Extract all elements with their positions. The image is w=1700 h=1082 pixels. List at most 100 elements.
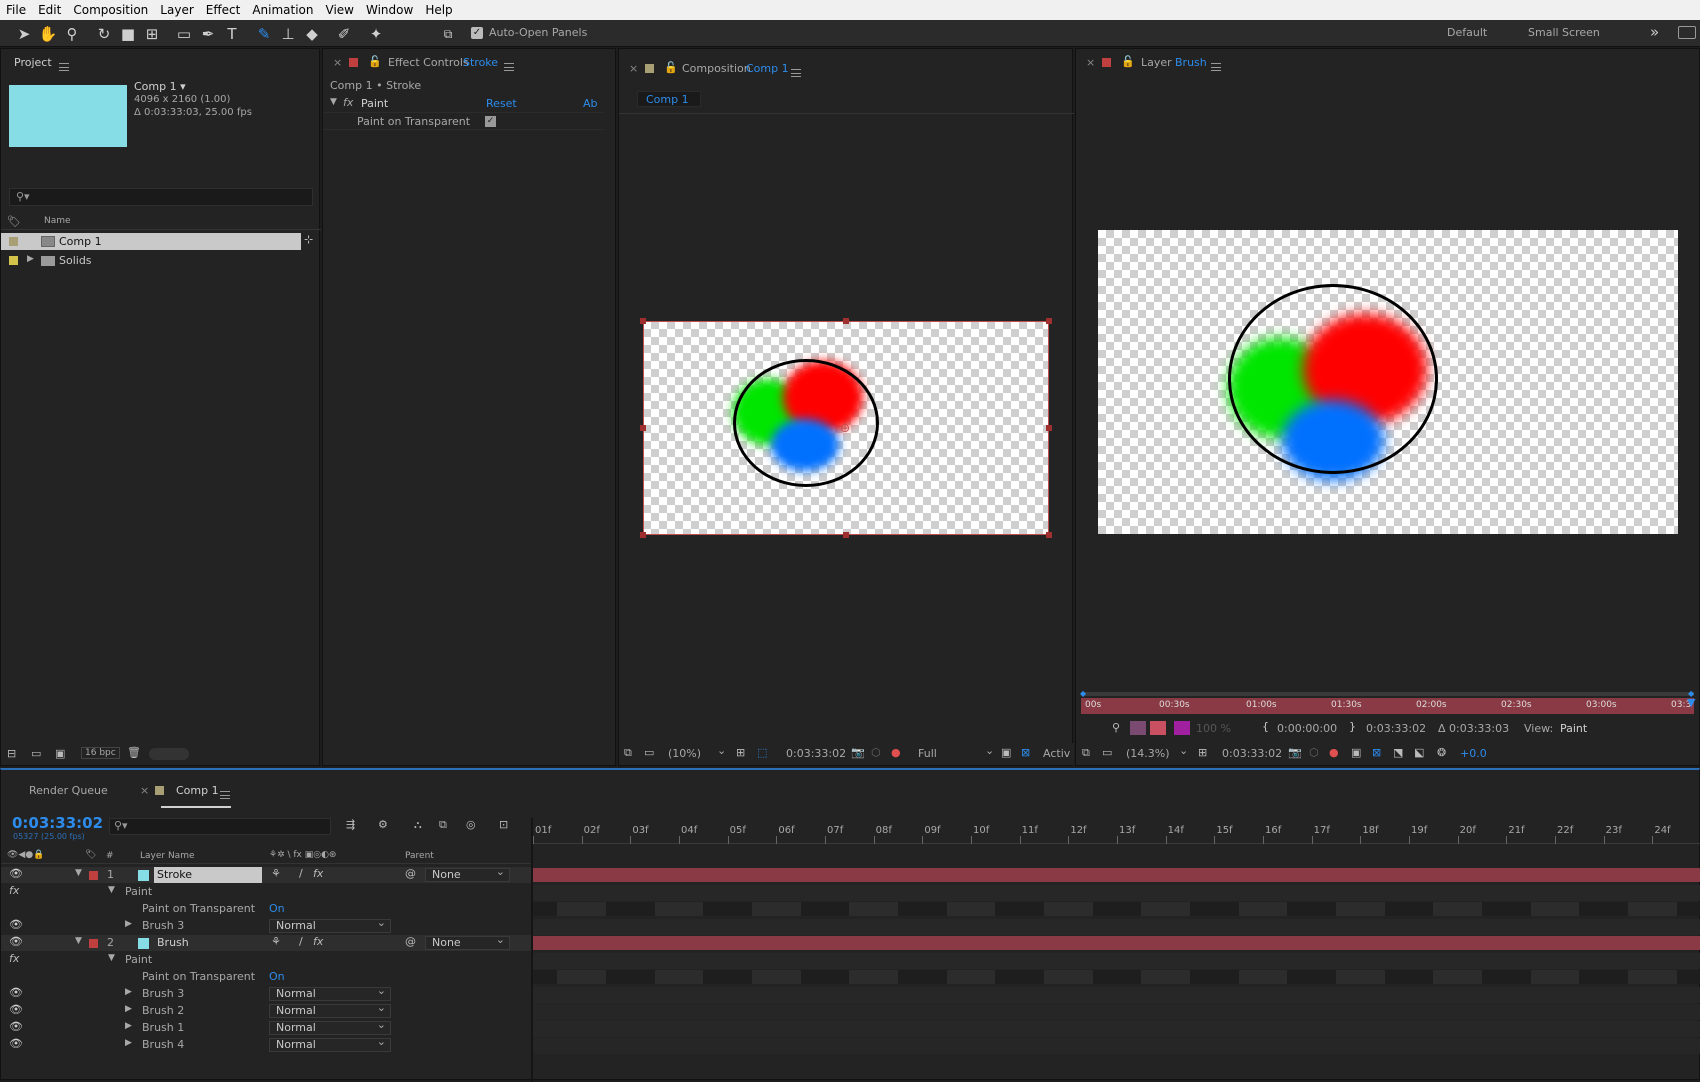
eye-icon[interactable]: 👁 [9,1020,23,1033]
project-panel-menu-icon[interactable] [59,63,69,71]
comp-name[interactable]: Comp 1 ▾ [134,80,186,93]
layer-duration-bar[interactable] [533,868,1700,882]
layer-handle[interactable] [1046,425,1052,431]
menu-file[interactable]: File [0,3,32,17]
thumbnail-slider[interactable] [149,748,189,760]
brush-row[interactable]: 👁 ▶ Brush 3 Normal [1,917,531,934]
item-label-color[interactable] [9,256,18,265]
layer-label-color[interactable] [89,871,98,880]
current-time-indicator[interactable]: ▼ [1687,696,1695,709]
quality-switch-icon[interactable]: / [299,935,303,948]
frame-blending-icon[interactable]: ⧉ [439,818,447,832]
bpc-button[interactable]: 16 bpc [81,747,120,759]
brush-row[interactable]: 👁 ▶ Brush 4 Normal [1,1036,531,1053]
monitor-icon[interactable]: ▭ [1102,746,1112,759]
out-point-time[interactable]: 0:03:33:02 [1366,722,1426,735]
timeline-search-input[interactable]: ⚲▾ [109,818,331,835]
expand-triangle-icon[interactable]: ▶ [125,1038,132,1048]
lock-icon[interactable]: 🔓 [664,61,678,74]
layer-time-ruler[interactable]: 00s 00:30s 01:00s 01:30s 02:00s 02:30s 0… [1081,696,1695,714]
camera-tool-icon[interactable]: ■ [118,24,138,44]
resolution-dropdown[interactable]: Full [918,747,937,760]
layer-current-time[interactable]: 0:03:33:02 [1222,747,1282,760]
collapse-triangle-icon[interactable]: ▼ [75,868,82,878]
label-column-icon[interactable]: 🏷 [7,215,21,228]
hand-tool-icon[interactable]: ✋ [38,24,58,44]
effect-controls-layer[interactable]: Stroke [463,56,498,69]
project-search-input[interactable]: ⚲▾ [9,188,313,206]
effect-name[interactable]: Paint [125,953,152,966]
menu-animation[interactable]: Animation [246,3,319,17]
expand-triangle-icon[interactable]: ▶ [125,1004,132,1014]
always-preview-icon[interactable]: ⧉ [624,746,632,760]
eraser-tool-icon[interactable]: ◆ [302,24,322,44]
snapshot-icon[interactable]: 📷 [851,746,865,759]
effect-name[interactable]: Paint [361,97,388,110]
composition-name[interactable]: Comp 1 [746,62,789,75]
show-snapshot-icon[interactable]: ⬡ [1309,746,1319,759]
monitor-icon[interactable]: ▭ [644,746,654,759]
channel-icon[interactable]: ● [891,746,901,759]
switches-column-icon[interactable]: ⚘✲ \ fx ▣◎◐⊛ [269,850,336,860]
effect-panel-menu-icon[interactable] [504,63,514,71]
pen-tool-icon[interactable]: ✒ [198,24,218,44]
region-of-interest-icon[interactable]: ▣ [1351,746,1361,759]
color-swatch[interactable] [1174,721,1190,735]
layer-handle[interactable] [640,532,646,538]
pick-whip-icon[interactable]: @ [405,867,416,880]
layer-panel-title[interactable]: Layer [1141,56,1172,69]
active-camera-dropdown[interactable]: Activ [1043,747,1070,760]
menu-window[interactable]: Window [360,3,419,17]
blend-mode-dropdown[interactable]: Normal [269,1019,391,1035]
pan-behind-tool-icon[interactable]: ⊞ [142,24,162,44]
collapse-triangle-icon[interactable]: ▼ [330,97,337,107]
type-tool-icon[interactable]: T [222,24,242,44]
menu-layer[interactable]: Layer [154,3,199,17]
workspace-more-icon[interactable]: » [1650,23,1659,41]
transparency-grid-icon[interactable]: ⊠ [1372,746,1381,759]
in-point-time[interactable]: 0:00:00:00 [1277,722,1337,735]
layer-panel-name[interactable]: Brush [1175,56,1207,69]
blend-mode-dropdown[interactable]: Normal [269,985,391,1001]
blend-mode-dropdown[interactable]: Normal [269,1036,391,1052]
menu-edit[interactable]: Edit [32,3,67,17]
render-icon[interactable] [1150,721,1166,735]
navigator-start-handle[interactable]: ◆ [1080,689,1086,698]
property-value[interactable]: On [269,902,285,915]
timeline-current-time[interactable]: 0:03:33:02 [12,814,103,832]
brush-row[interactable]: 👁 ▶ Brush 3 Normal [1,985,531,1002]
shy-switch-icon[interactable]: ⚘ [271,935,281,948]
eye-icon[interactable]: 👁 [9,935,23,948]
close-panel-icon[interactable]: × [140,784,149,797]
layer-handle[interactable] [640,425,646,431]
parent-column-header[interactable]: Parent [405,851,434,861]
reset-link[interactable]: Reset [486,97,517,110]
chevron-down-icon[interactable]: ⌄ [717,744,726,757]
property-value[interactable]: On [269,970,285,983]
expand-triangle-icon[interactable]: ▶ [125,987,132,997]
number-column-header[interactable]: # [106,851,114,861]
puppet-pin-tool-icon[interactable]: ✦ [366,24,386,44]
close-panel-icon[interactable]: × [333,56,342,69]
about-link[interactable]: Ab [583,97,598,110]
magnification-dropdown[interactable]: (14.3%) [1126,747,1170,760]
comp-panel-menu-icon[interactable] [791,69,801,77]
reset-exposure-icon[interactable]: ❂ [1437,746,1446,759]
mask-visibility-icon[interactable]: ⬚ [757,746,767,759]
menu-help[interactable]: Help [419,3,458,17]
fx-icon[interactable]: fx [9,884,19,897]
layer-name[interactable]: Brush [157,936,189,949]
project-panel-title[interactable]: Project [14,56,52,69]
eye-icon[interactable]: 👁 [9,1037,23,1050]
onion-skin-icon[interactable]: ⚲ [1112,721,1120,734]
panels-icon[interactable]: ⧉ [438,24,458,44]
layer-handle[interactable] [843,532,849,538]
layer-duration-bar[interactable] [533,936,1700,950]
always-preview-icon[interactable]: ⧉ [1082,746,1090,760]
chevron-down-icon[interactable]: ⌄ [985,744,994,757]
region-of-interest-icon[interactable]: ▣ [1001,746,1011,759]
brush-tool-icon[interactable]: ✎ [254,24,274,44]
flowchart-icon[interactable]: ⊹ [304,233,313,246]
zoom-tool-icon[interactable]: ⚲ [62,24,82,44]
out-point-icon[interactable]: } [1349,720,1356,733]
